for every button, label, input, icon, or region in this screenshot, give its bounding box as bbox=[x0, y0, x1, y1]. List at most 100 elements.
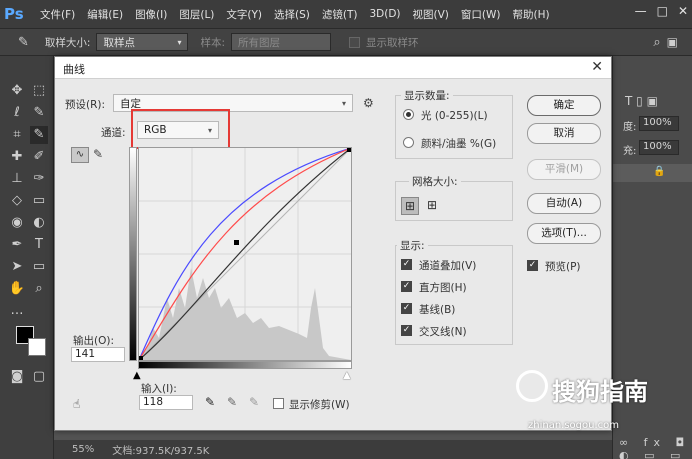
history-brush-tool-icon[interactable]: ✑ bbox=[30, 170, 48, 188]
black-point-eyedropper-icon[interactable]: ✎ bbox=[205, 395, 215, 409]
minimize-icon[interactable]: — bbox=[635, 4, 647, 18]
baseline-checkbox[interactable]: ✓ bbox=[401, 303, 412, 314]
white-slider-handle[interactable]: ▲ bbox=[343, 370, 351, 381]
menu-bar: Ps 文件(F) 编辑(E) 图像(I) 图层(L) 文字(Y) 选择(S) 滤… bbox=[0, 0, 692, 28]
shape-tool-icon[interactable]: ▭ bbox=[30, 258, 48, 276]
marquee-tool-icon[interactable]: ⬚ bbox=[30, 82, 48, 100]
show-ring-checkbox[interactable] bbox=[349, 36, 360, 48]
targeted-adjust-icon[interactable]: ☝ bbox=[73, 397, 80, 411]
fill-label: 充: bbox=[623, 146, 637, 157]
screen-mode-icon[interactable]: ▢ bbox=[30, 368, 48, 386]
histogram-label: 直方图(H) bbox=[419, 282, 467, 294]
dialog-title-bar: 曲线 ✕ bbox=[55, 57, 611, 79]
layer-actions-icons[interactable]: ∞ fx ◘ ◐ ▭ ▭ 🗑 bbox=[619, 436, 692, 459]
brush-tool-icon[interactable]: ✐ bbox=[30, 148, 48, 166]
pencil-tool-icon[interactable]: ✎ bbox=[93, 147, 109, 163]
black-slider-handle[interactable]: ▲ bbox=[133, 370, 141, 381]
white-point-eyedropper-icon[interactable]: ✎ bbox=[249, 395, 259, 409]
lasso-tool-icon[interactable]: ℓ bbox=[8, 104, 26, 122]
menu-file[interactable]: 文件(F) bbox=[34, 7, 81, 22]
pen-tool-icon[interactable]: ✒ bbox=[8, 236, 26, 254]
menu-image[interactable]: 图像(I) bbox=[129, 7, 173, 22]
curve-graph[interactable] bbox=[138, 147, 352, 361]
menu-view[interactable]: 视图(V) bbox=[407, 7, 455, 22]
zoom-level[interactable]: 55% bbox=[72, 444, 94, 455]
healing-tool-icon[interactable]: ✚ bbox=[8, 148, 26, 166]
grid-large-button[interactable]: ⊞ bbox=[423, 197, 441, 215]
search-icon[interactable]: ⌕ bbox=[653, 35, 660, 50]
eyedropper-tool-icon[interactable]: ✎ bbox=[18, 35, 29, 50]
sample-select[interactable]: 所有图层 bbox=[231, 33, 331, 51]
preview-checkbox[interactable]: ✓ bbox=[527, 260, 538, 271]
quick-mask-icon[interactable]: ◙ bbox=[8, 368, 26, 386]
chevron-down-icon: ▾ bbox=[341, 98, 346, 108]
menu-filter[interactable]: 滤镜(T) bbox=[316, 7, 364, 22]
more-tools-icon[interactable]: … bbox=[8, 302, 26, 320]
gradient-tool-icon[interactable]: ▭ bbox=[30, 192, 48, 210]
light-radio[interactable] bbox=[403, 109, 414, 120]
path-select-tool-icon[interactable]: ➤ bbox=[8, 258, 26, 276]
blur-tool-icon[interactable]: ◉ bbox=[8, 214, 26, 232]
channel-overlay-label: 通道叠加(V) bbox=[419, 260, 477, 272]
fill-field[interactable]: 100% bbox=[639, 140, 679, 155]
menu-edit[interactable]: 编辑(E) bbox=[81, 7, 129, 22]
maximize-icon[interactable]: □ bbox=[657, 4, 668, 18]
output-label: 输出(O): bbox=[73, 335, 114, 347]
output-field[interactable]: 141 bbox=[71, 347, 125, 362]
channel-overlay-checkbox[interactable]: ✓ bbox=[401, 259, 412, 270]
grid-small-button[interactable]: ⊞ bbox=[401, 197, 419, 215]
show-clipping-label: 显示修剪(W) bbox=[289, 399, 350, 411]
menu-3d[interactable]: 3D(D) bbox=[363, 8, 406, 20]
pigment-label: 颜料/油墨 %(G) bbox=[421, 138, 497, 150]
gray-point-eyedropper-icon[interactable]: ✎ bbox=[227, 395, 237, 409]
curve-black-point[interactable] bbox=[139, 356, 143, 360]
eraser-tool-icon[interactable]: ◇ bbox=[8, 192, 26, 210]
histogram-checkbox[interactable]: ✓ bbox=[401, 281, 412, 292]
show-clipping-checkbox[interactable] bbox=[273, 398, 284, 409]
menu-help[interactable]: 帮助(H) bbox=[507, 7, 556, 22]
crosshair-checkbox[interactable]: ✓ bbox=[401, 325, 412, 336]
crosshair-label: 交叉线(N) bbox=[419, 326, 467, 338]
show-amount-title: 显示数量: bbox=[401, 88, 453, 103]
app-logo: Ps bbox=[4, 5, 24, 23]
curve-control-point[interactable] bbox=[234, 240, 239, 245]
background-color-swatch[interactable] bbox=[28, 338, 46, 356]
menu-type[interactable]: 文字(Y) bbox=[220, 7, 268, 22]
sample-size-select[interactable]: 取样点 ▾ bbox=[96, 33, 189, 51]
curve-white-point[interactable] bbox=[347, 148, 351, 152]
close-icon[interactable]: ✕ bbox=[678, 4, 688, 18]
sample-size-label: 取样大小: bbox=[44, 36, 91, 49]
stamp-tool-icon[interactable]: ⊥ bbox=[8, 170, 26, 188]
pigment-radio[interactable] bbox=[403, 137, 414, 148]
show-ring-label: 显示取样环 bbox=[366, 36, 419, 49]
menu-layer[interactable]: 图层(L) bbox=[173, 7, 220, 22]
layer-filter-icons[interactable]: T ▯ ▣ bbox=[625, 94, 658, 108]
zoom-tool-icon[interactable]: ⌕ bbox=[30, 280, 48, 298]
input-field[interactable]: 118 bbox=[139, 395, 193, 410]
workspace-icon[interactable]: ▣ bbox=[667, 35, 678, 49]
opacity-field[interactable]: 100% bbox=[639, 116, 679, 131]
menu-select[interactable]: 选择(S) bbox=[268, 7, 316, 22]
auto-button[interactable]: 自动(A) bbox=[527, 193, 601, 214]
dialog-title: 曲线 bbox=[63, 63, 85, 76]
sogou-logo bbox=[516, 370, 548, 402]
move-tool-icon[interactable]: ✥ bbox=[8, 82, 26, 100]
curve-point-tool-icon[interactable]: ∿ bbox=[71, 147, 89, 163]
dodge-tool-icon[interactable]: ◐ bbox=[30, 214, 48, 232]
eyedropper-tool-icon[interactable]: ✎ bbox=[30, 126, 48, 144]
type-tool-icon[interactable]: T bbox=[30, 236, 48, 254]
hand-tool-icon[interactable]: ✋ bbox=[8, 280, 26, 298]
cancel-button[interactable]: 取消 bbox=[527, 123, 601, 144]
menu-window[interactable]: 窗口(W) bbox=[455, 7, 507, 22]
options-button[interactable]: 选项(T)... bbox=[527, 223, 601, 244]
document-info: 文档:937.5K/937.5K bbox=[112, 446, 210, 457]
preset-options-icon[interactable]: ⚙ bbox=[363, 96, 374, 110]
curve-graph-svg bbox=[138, 147, 352, 361]
crop-tool-icon[interactable]: ⌗ bbox=[8, 126, 26, 144]
quick-select-tool-icon[interactable]: ✎ bbox=[30, 104, 48, 122]
layer-row[interactable]: 🔒 bbox=[613, 164, 692, 182]
sample-label: 样本: bbox=[200, 36, 225, 49]
smooth-button[interactable]: 平滑(M) bbox=[527, 159, 601, 180]
ok-button[interactable]: 确定 bbox=[527, 95, 601, 116]
close-icon[interactable]: ✕ bbox=[591, 59, 603, 75]
